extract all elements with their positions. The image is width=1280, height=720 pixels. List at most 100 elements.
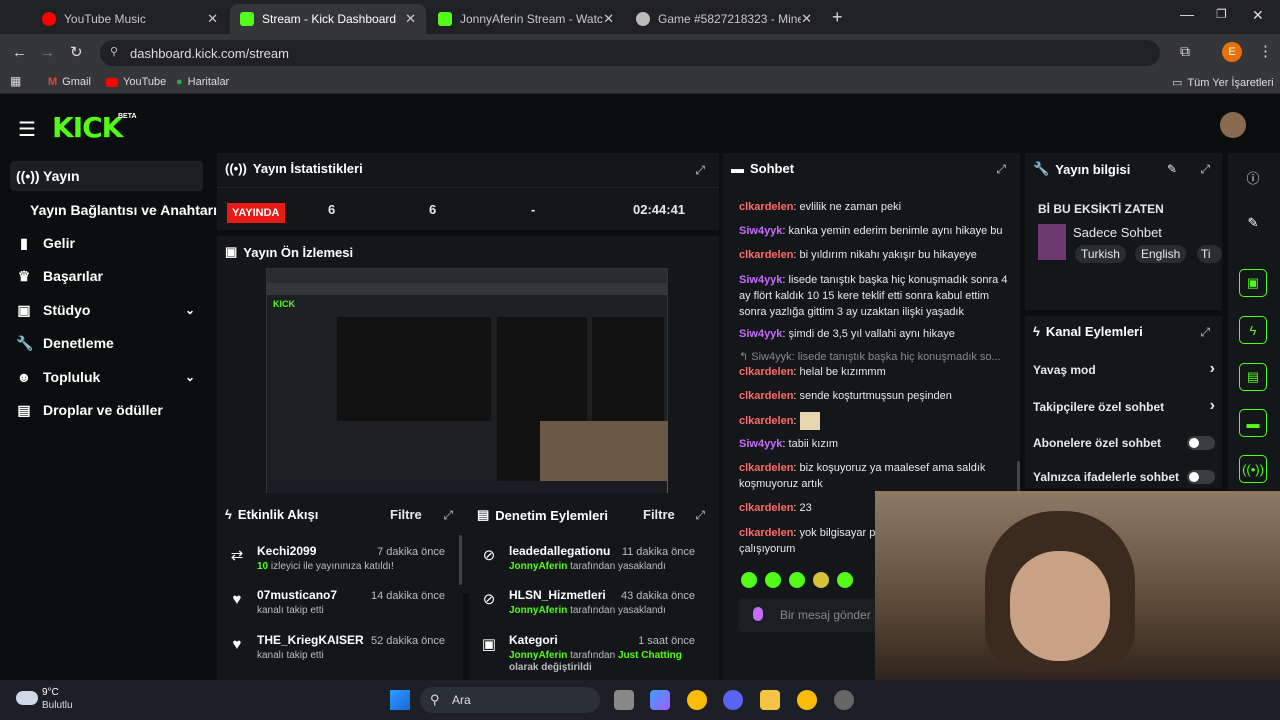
weather-temp[interactable]: 9°C [42, 687, 59, 698]
site-info-icon[interactable]: ⚲ [110, 45, 118, 58]
chat-bubble-icon: ▬ [731, 161, 744, 176]
sidebar-item-droplar[interactable]: ▤ Droplar ve ödüller [10, 395, 203, 425]
chat-icon[interactable]: ▬ [1239, 409, 1267, 437]
copilot-icon[interactable] [650, 690, 670, 710]
tab-youtube-music[interactable]: YouTube Music ✕ [32, 4, 228, 34]
activity-user[interactable]: THE_KriegKAISER [257, 633, 364, 647]
all-bookmarks[interactable]: ▭ Tüm Yer İşaretleri [1172, 76, 1274, 90]
windows-start-icon[interactable] [390, 690, 410, 710]
panel-header: ((•)) Yayın İstatistikleri [225, 161, 363, 176]
moderation-user[interactable]: HLSN_Hizmetleri [509, 588, 606, 602]
tab-kick-dashboard[interactable]: Stream - Kick Dashboard ✕ [230, 4, 426, 34]
apps-grid-icon[interactable]: ▦ [10, 74, 21, 88]
reload-icon[interactable]: ↻ [70, 43, 83, 61]
sidebar-item-gelir[interactable]: ▮ Gelir [10, 228, 203, 258]
action-slow-mode[interactable]: Yavaş mod › [1033, 360, 1215, 377]
emote-icon[interactable] [741, 572, 757, 588]
chat-message: clkardelen: biz koşuyoruz ya maalesef am… [739, 462, 986, 490]
emote-icon[interactable] [789, 572, 805, 588]
file-explorer-icon[interactable] [760, 690, 780, 710]
close-tab-icon[interactable]: ✕ [801, 11, 812, 27]
scrollbar[interactable] [1017, 461, 1020, 491]
forward-icon[interactable]: → [40, 44, 55, 61]
task-view-icon[interactable] [614, 690, 634, 710]
close-tab-icon[interactable]: ✕ [603, 11, 614, 27]
sidebar-item-stream-key[interactable]: Yayın Bağlantısı ve Anahtarı [24, 195, 217, 225]
action-followers-only[interactable]: Takipçilere özel sohbet › [1033, 397, 1215, 414]
close-tab-icon[interactable]: ✕ [405, 11, 416, 27]
moderation-filter-button[interactable]: Filtre [643, 507, 675, 522]
activity-filter-button[interactable]: Filtre [390, 507, 422, 522]
chrome-profile-icon[interactable] [797, 690, 817, 710]
activity-user[interactable]: Kechi2099 [257, 544, 316, 558]
panel-header: ▬ Sohbet [731, 161, 794, 176]
extensions-icon[interactable]: ⧉ [1180, 43, 1190, 60]
stream-preview-icon[interactable]: ▣ [1239, 269, 1267, 297]
expand-icon[interactable]: ⤢ [1200, 325, 1210, 340]
sidebar-item-studyo[interactable]: ▣ Stüdyo ⌄ [10, 295, 203, 325]
address-bar[interactable]: ⚲ dashboard.kick.com/stream [100, 40, 1160, 66]
bookmark-gmail[interactable]: M Gmail [48, 76, 91, 88]
expand-icon[interactable]: ⤢ [695, 163, 705, 178]
user-avatar[interactable] [1220, 112, 1246, 138]
maximize-icon[interactable]: ❐ [1216, 7, 1227, 21]
sidebar-item-label: Yayın Bağlantısı ve Anahtarı [30, 202, 217, 218]
sidebar-item-basarilar[interactable]: ♛ Başarılar [10, 261, 203, 291]
subs-only-toggle[interactable] [1187, 436, 1215, 450]
activity-time: 14 dakika önce [371, 590, 445, 602]
activity-user[interactable]: 07musticano7 [257, 588, 337, 602]
broadcast-icon[interactable]: ((•)) [1239, 455, 1267, 483]
emote-icon[interactable] [813, 572, 829, 588]
new-tab-icon[interactable]: + [832, 7, 843, 28]
hamburger-menu-icon[interactable]: ☰ [18, 117, 36, 142]
expand-icon[interactable]: ⤢ [1200, 162, 1210, 177]
tab-title: YouTube Music [64, 12, 146, 26]
tag-turkish[interactable]: Turkish [1075, 245, 1126, 263]
follower-count: 6 [429, 202, 437, 217]
document-icon[interactable]: ▤ [1239, 363, 1267, 391]
edit-pencil-icon[interactable]: ✎ [1167, 162, 1177, 176]
menu-kebab-icon[interactable]: ⋮ [1258, 42, 1273, 60]
chat-message: clkardelen: [739, 412, 1009, 430]
action-label: Yalnızca ifadelerle sohbet [1033, 470, 1180, 484]
ban-icon: ⊘ [482, 547, 496, 564]
sidebar-item-denetleme[interactable]: 🔧 Denetleme [10, 328, 203, 358]
expand-icon[interactable]: ⤢ [996, 162, 1006, 177]
activity-text: kanalı takip etti [257, 650, 324, 661]
lightning-icon[interactable]: ϟ [1239, 316, 1267, 344]
tab-minesweeper[interactable]: Game #5827218323 - Minesweeper ✕ [626, 4, 822, 34]
chrome-icon[interactable] [687, 690, 707, 710]
expand-icon[interactable]: ⤢ [443, 508, 453, 523]
minimize-icon[interactable]: — [1180, 6, 1194, 22]
youtube-icon [106, 77, 118, 87]
close-window-icon[interactable]: ✕ [1252, 7, 1264, 24]
back-icon[interactable]: ← [12, 44, 27, 61]
edit-pencil-icon[interactable]: ✎ [1239, 209, 1267, 237]
tag-more[interactable]: Ti [1197, 245, 1222, 263]
preview-video[interactable]: KICK [266, 268, 668, 493]
info-icon[interactable]: ⓘ [1239, 163, 1267, 191]
taskbar-search[interactable]: ⚲ Ara [420, 687, 600, 713]
bookmark-youtube[interactable]: YouTube [106, 76, 166, 88]
signal-icon: ((•)) [225, 161, 247, 176]
activity-text: izleyici ile yayınınıza katıldı! [270, 561, 394, 572]
profile-avatar[interactable]: E [1222, 42, 1242, 62]
emote-icon[interactable] [765, 572, 781, 588]
sidebar-item-yayin[interactable]: ((•)) Yayın [10, 161, 203, 191]
chat-message: Siw4yyk: kanka yemin ederim benimle aynı… [739, 225, 1003, 237]
kick-logo[interactable]: KICK [52, 111, 123, 144]
category-name[interactable]: Sadece Sohbet [1073, 225, 1162, 240]
microphone-icon[interactable] [753, 607, 763, 621]
scrollbar[interactable] [459, 535, 462, 585]
emote-icon[interactable] [837, 572, 853, 588]
close-tab-icon[interactable]: ✕ [207, 11, 218, 27]
emote-only-toggle[interactable] [1187, 470, 1215, 484]
sidebar-item-topluluk[interactable]: ☻ Topluluk ⌄ [10, 362, 203, 392]
moderation-user[interactable]: leadedallegationu [509, 544, 610, 558]
tag-english[interactable]: English [1135, 245, 1187, 263]
app-icon[interactable] [834, 690, 854, 710]
expand-icon[interactable]: ⤢ [695, 508, 705, 523]
tab-jonnyaferin-stream[interactable]: JonnyAferin Stream - Watch Live ✕ [428, 4, 624, 34]
bookmark-maps[interactable]: ● Haritalar [176, 76, 229, 88]
discord-icon[interactable] [723, 690, 743, 710]
